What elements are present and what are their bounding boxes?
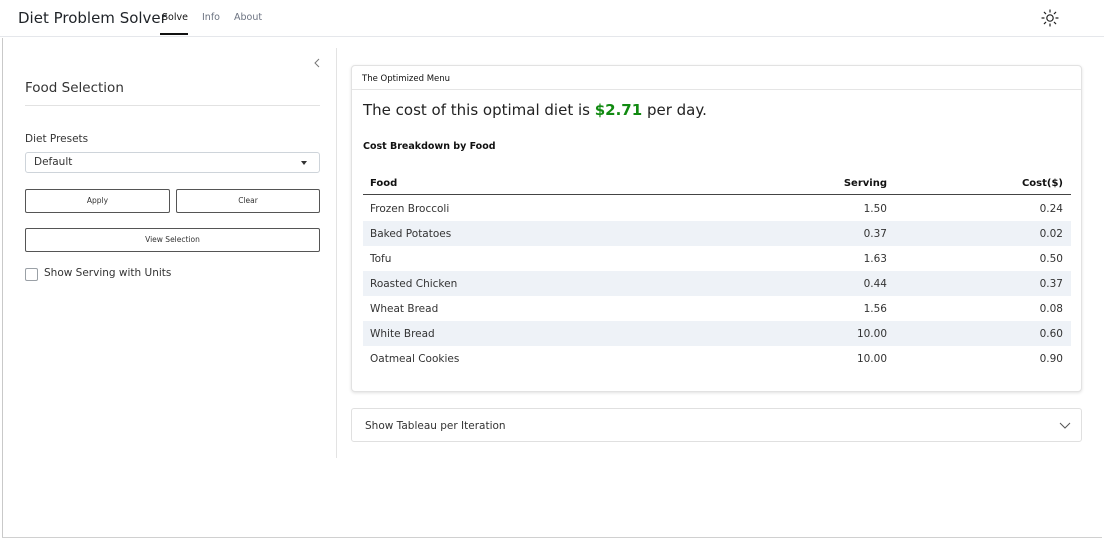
table-row: Baked Potatoes 0.37 0.02 (363, 221, 1071, 246)
show-units-label: Show Serving with Units (44, 267, 172, 279)
table-row: Tofu 1.63 0.50 (363, 246, 1071, 271)
breakdown-title: Cost Breakdown by Food (363, 141, 496, 152)
cell-food: White Bread (370, 328, 435, 340)
cost-suffix: per day. (642, 101, 707, 119)
cost-summary: The cost of this optimal diet is $2.71 p… (363, 101, 707, 119)
cell-cost: 0.50 (1039, 253, 1063, 265)
cell-food: Baked Potatoes (370, 228, 452, 240)
diet-presets-select[interactable]: Default (25, 152, 320, 173)
table-row: Oatmeal Cookies 10.00 0.90 (363, 346, 1071, 371)
cell-food: Oatmeal Cookies (370, 353, 460, 365)
sidebar-divider (336, 48, 337, 458)
cell-food: Roasted Chicken (370, 278, 458, 290)
cell-cost: 0.02 (1039, 228, 1063, 240)
cell-food: Wheat Bread (370, 303, 439, 315)
cell-serving: 1.63 (863, 253, 887, 265)
window-edge-left (2, 38, 3, 538)
sidebar-title: Food Selection (25, 80, 124, 96)
view-selection-button[interactable]: View Selection (25, 228, 320, 252)
tab-about[interactable]: About (234, 12, 262, 23)
tableau-accordion[interactable]: Show Tableau per Iteration (351, 408, 1082, 442)
cell-cost: 0.60 (1039, 328, 1063, 340)
cost-prefix: The cost of this optimal diet is (363, 101, 595, 119)
sun-icon[interactable] (1040, 8, 1060, 28)
accordion-label: Show Tableau per Iteration (365, 420, 506, 432)
table-row: Roasted Chicken 0.44 0.37 (363, 271, 1071, 296)
tab-solve[interactable]: Solve (162, 12, 188, 23)
cell-cost: 0.37 (1039, 278, 1063, 290)
cost-value: $2.71 (594, 101, 643, 119)
column-food: Food (370, 178, 398, 189)
diet-presets-value: Default (34, 156, 73, 168)
clear-button[interactable]: Clear (176, 189, 320, 213)
table-row: White Bread 10.00 0.60 (363, 321, 1071, 346)
top-navbar: Diet Problem Solver Solve Info About (0, 0, 1104, 37)
optimized-menu-card: The Optimized Menu The cost of this opti… (351, 65, 1082, 392)
cell-food: Frozen Broccoli (370, 203, 450, 215)
sidebar-divider-rule (25, 105, 320, 106)
cell-food: Tofu (370, 253, 392, 265)
cell-serving: 10.00 (856, 328, 887, 340)
window-edge-bottom (2, 537, 1102, 538)
table-header: Food Serving Cost($) (363, 171, 1071, 195)
cell-serving: 0.44 (863, 278, 887, 290)
cell-serving: 1.56 (863, 303, 887, 315)
column-cost: Cost($) (1021, 178, 1063, 189)
apply-button[interactable]: Apply (25, 189, 170, 213)
active-tab-indicator (160, 33, 188, 35)
cell-cost: 0.08 (1039, 303, 1063, 315)
diet-presets-label: Diet Presets (25, 133, 89, 145)
cell-serving: 1.50 (863, 203, 887, 215)
cell-cost: 0.24 (1039, 203, 1063, 215)
show-units-checkbox[interactable] (25, 268, 38, 281)
caret-down-icon (301, 161, 307, 165)
app-title: Diet Problem Solver (18, 9, 167, 27)
cell-serving: 10.00 (856, 353, 887, 365)
card-header: The Optimized Menu (352, 66, 1081, 90)
cell-serving: 0.37 (863, 228, 887, 240)
chevron-down-icon (1059, 422, 1071, 429)
cell-cost: 0.90 (1039, 353, 1063, 365)
tab-info[interactable]: Info (202, 12, 220, 23)
table-row: Frozen Broccoli 1.50 0.24 (363, 196, 1071, 221)
chevron-left-icon[interactable] (310, 56, 324, 70)
table-row: Wheat Bread 1.56 0.08 (363, 296, 1071, 321)
column-serving: Serving (843, 178, 887, 189)
